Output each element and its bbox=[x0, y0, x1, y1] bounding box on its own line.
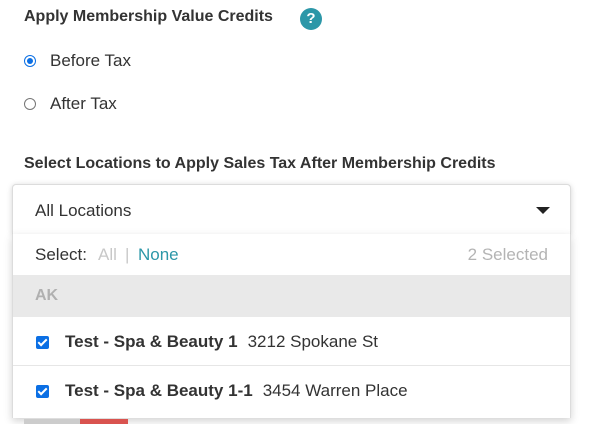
page: Apply Membership Value Credits ? Before … bbox=[0, 0, 596, 424]
location-label: Test - Spa & Beauty 1 3212 Spokane St bbox=[65, 332, 378, 352]
group-header-ak: AK bbox=[13, 275, 570, 317]
select-none-link[interactable]: None bbox=[138, 245, 179, 265]
membership-credits-heading: Apply Membership Value Credits bbox=[24, 8, 273, 25]
location-label: Test - Spa & Beauty 1-1 3454 Warren Place bbox=[65, 381, 408, 401]
after-tax-option[interactable]: After Tax bbox=[24, 94, 117, 114]
after-tax-label: After Tax bbox=[50, 94, 117, 113]
group-label: AK bbox=[35, 287, 59, 304]
location-item[interactable]: Test - Spa & Beauty 1 3212 Spokane St bbox=[13, 317, 570, 366]
before-tax-radio[interactable] bbox=[24, 55, 36, 67]
location-checkbox[interactable] bbox=[36, 385, 49, 398]
hidden-button-edge-red bbox=[80, 419, 128, 424]
select-all-link[interactable]: All bbox=[98, 245, 117, 265]
before-tax-option[interactable]: Before Tax bbox=[24, 51, 131, 71]
location-checkbox[interactable] bbox=[36, 336, 49, 349]
selected-count: 2 Selected bbox=[467, 245, 548, 264]
before-tax-label: Before Tax bbox=[50, 51, 131, 70]
locations-menu: Select: All | None 2 Selected AK Test - … bbox=[12, 234, 571, 418]
caret-down-icon[interactable] bbox=[536, 207, 550, 214]
locations-heading: Select Locations to Apply Sales Tax Afte… bbox=[24, 155, 496, 172]
location-address: 3212 Spokane St bbox=[247, 332, 379, 351]
after-tax-radio[interactable] bbox=[24, 98, 36, 110]
locations-dropdown[interactable]: All Locations bbox=[12, 184, 571, 234]
help-icon[interactable]: ? bbox=[300, 8, 322, 30]
location-address: 3454 Warren Place bbox=[262, 381, 408, 400]
select-label: Select: bbox=[35, 245, 87, 264]
select-separator: | bbox=[125, 245, 130, 264]
location-item[interactable]: Test - Spa & Beauty 1-1 3454 Warren Place bbox=[13, 366, 570, 418]
dropdown-value: All Locations bbox=[35, 201, 132, 220]
location-name: Test - Spa & Beauty 1 bbox=[65, 332, 238, 351]
location-name: Test - Spa & Beauty 1-1 bbox=[65, 381, 253, 400]
hidden-button-edge bbox=[24, 419, 80, 424]
select-controls: Select: All | None 2 Selected bbox=[13, 234, 570, 275]
